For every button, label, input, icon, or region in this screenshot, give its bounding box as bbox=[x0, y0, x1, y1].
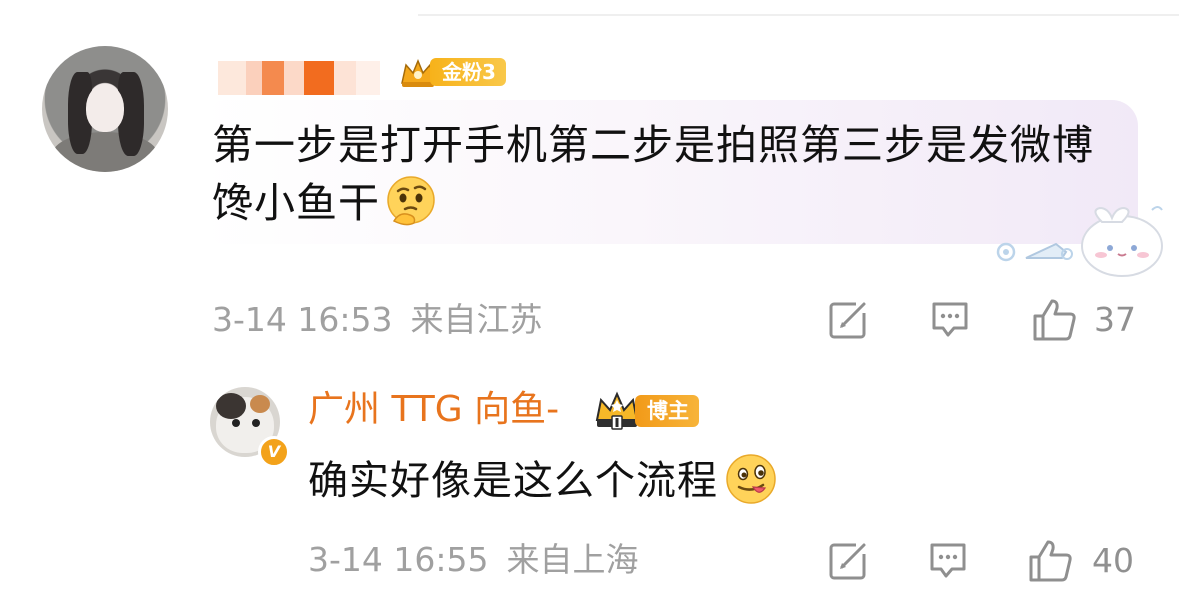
divider bbox=[418, 14, 1179, 16]
tongue-out-face-icon bbox=[726, 454, 776, 504]
host-username[interactable]: 广州 TTG 向鱼- bbox=[308, 386, 559, 434]
reply-text: 确实好像是这么个流程 bbox=[308, 452, 778, 510]
thinking-face-icon bbox=[387, 176, 435, 226]
like-count: 37 bbox=[1094, 300, 1136, 339]
comment-thread: 金粉3 第一步是打开手机第二步是拍照第三步是发微博馋小鱼干 3-14 16:53… bbox=[0, 0, 1179, 611]
reply-like-count: 40 bbox=[1092, 541, 1134, 580]
fan-badge-label: 金粉3 bbox=[430, 58, 506, 86]
host-crown-icon bbox=[595, 391, 639, 430]
reply-location: 来自上海 bbox=[506, 540, 639, 579]
comment-location: 来自江苏 bbox=[410, 300, 543, 339]
reply-comment-icon[interactable] bbox=[926, 539, 970, 583]
comment-time: 3-14 16:53 bbox=[212, 300, 393, 339]
comment-icon[interactable] bbox=[928, 298, 972, 342]
verified-badge: V bbox=[258, 436, 290, 468]
reply-thumbs-up-icon[interactable] bbox=[1026, 537, 1074, 585]
reply-share-edit-icon[interactable] bbox=[826, 539, 870, 583]
comment-text: 第一步是打开手机第二步是拍照第三步是发微博馋小鱼干 bbox=[212, 121, 1094, 227]
thumbs-up-icon[interactable] bbox=[1030, 296, 1078, 344]
bubble-decoration-icon bbox=[996, 206, 1163, 277]
reply-time: 3-14 16:55 bbox=[308, 540, 489, 579]
fan-level-badge[interactable]: 金粉3 bbox=[398, 55, 506, 89]
share-edit-icon[interactable] bbox=[826, 298, 870, 342]
reply-meta: 3-14 16:55 来自上海 bbox=[308, 540, 639, 580]
commenter-username-blurred[interactable] bbox=[218, 61, 380, 95]
commenter-avatar[interactable] bbox=[42, 46, 168, 172]
comment-meta: 3-14 16:53 来自江苏 bbox=[212, 300, 543, 340]
host-badge-label: 博主 bbox=[635, 395, 699, 427]
host-badge[interactable]: 博主 bbox=[593, 390, 699, 432]
